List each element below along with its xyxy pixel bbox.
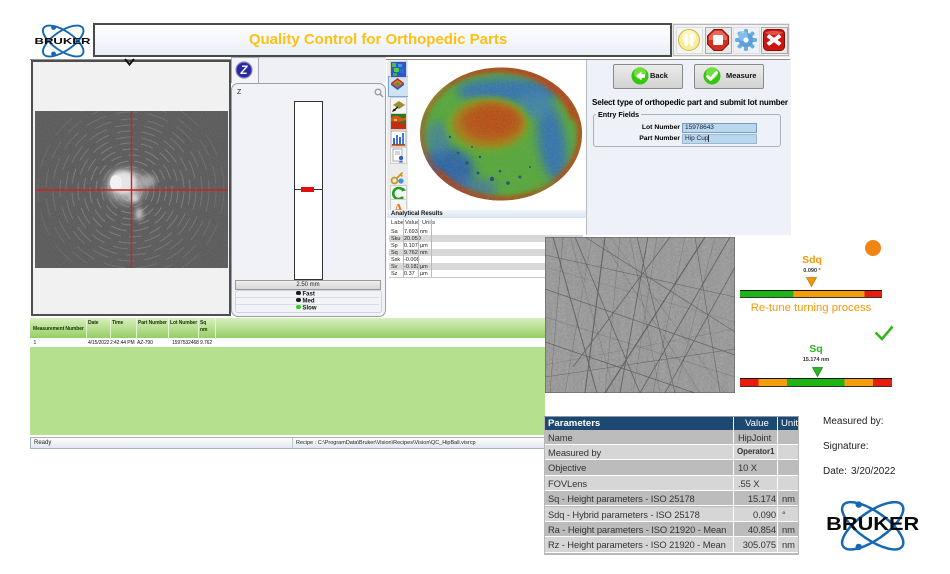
svg-text:BRUKER: BRUKER	[826, 514, 919, 534]
svg-text:BRUKER: BRUKER	[35, 36, 91, 46]
svg-text:Z: Z	[239, 65, 248, 77]
